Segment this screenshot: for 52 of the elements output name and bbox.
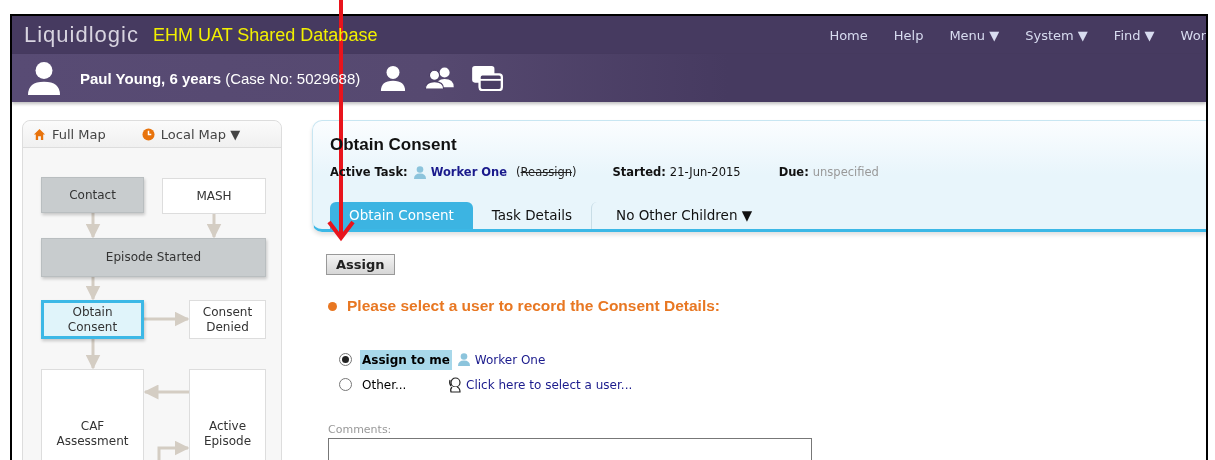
flow-node[interactable]: Consent Denied bbox=[189, 300, 266, 339]
flow-node[interactable]: Episode Started bbox=[41, 238, 266, 277]
bracket: ) bbox=[572, 165, 577, 179]
user-icon bbox=[413, 165, 426, 179]
assign-button[interactable]: Assign bbox=[326, 254, 395, 275]
connector-arrow bbox=[85, 277, 101, 301]
bullet-dot bbox=[328, 301, 337, 311]
connector-arrow bbox=[143, 384, 189, 400]
user-link[interactable]: Click here to select a user... bbox=[466, 377, 633, 392]
radio-button[interactable] bbox=[339, 353, 352, 366]
connector-arrow bbox=[144, 311, 190, 327]
bracket: ( bbox=[516, 165, 521, 179]
nav-link[interactable]: Menu ▼ bbox=[949, 27, 1000, 43]
map-tab[interactable]: Local Map ▼ bbox=[141, 126, 241, 142]
case-name: Paul Young, 6 years bbox=[80, 69, 222, 87]
clock-icon bbox=[141, 127, 155, 141]
worker-link[interactable]: Worker One bbox=[430, 165, 508, 179]
tab[interactable]: No Other Children ▼ bbox=[591, 202, 772, 229]
comments-label: Comments: bbox=[328, 423, 393, 436]
meta-label: Due: bbox=[778, 165, 809, 179]
group-icon[interactable] bbox=[424, 67, 457, 89]
person-icon bbox=[28, 61, 60, 95]
prompt-text: Please select a user to record the Consent Details: bbox=[347, 297, 720, 315]
nav-link[interactable]: Home bbox=[829, 27, 868, 43]
radio-button[interactable] bbox=[339, 378, 352, 391]
due-date: unspecified bbox=[812, 165, 879, 179]
user-search-icon bbox=[448, 376, 462, 393]
flow-node[interactable]: Active Episode bbox=[189, 369, 266, 460]
flow-node[interactable]: Obtain Consent bbox=[41, 300, 144, 339]
user-link[interactable]: Worker One bbox=[474, 352, 546, 367]
nav-link[interactable]: Help bbox=[893, 27, 924, 43]
meta-label: Started: bbox=[612, 165, 666, 179]
user-icon bbox=[457, 353, 470, 366]
nav-link[interactable]: System ▼ bbox=[1025, 27, 1088, 43]
person-icon[interactable] bbox=[380, 65, 407, 91]
connector-arrow bbox=[157, 440, 190, 460]
map-tab[interactable]: Full Map bbox=[33, 126, 106, 142]
flow-node[interactable]: CAF Assessment bbox=[41, 369, 144, 460]
home-icon bbox=[33, 127, 46, 141]
connector-arrow bbox=[85, 213, 101, 239]
logo: Liquidlogic bbox=[24, 22, 139, 48]
windows-icon[interactable] bbox=[470, 65, 505, 91]
flow-node[interactable]: MASH bbox=[162, 178, 266, 214]
connector-arrow bbox=[85, 339, 101, 370]
start-date: 21-Jun-2015 bbox=[669, 165, 741, 179]
nav-link[interactable]: Find ▼ bbox=[1113, 27, 1155, 43]
tab[interactable]: Task Details bbox=[472, 202, 592, 229]
flow-node[interactable]: Contact bbox=[41, 177, 144, 213]
option-label: Other... bbox=[361, 376, 408, 394]
option-label: Assign to me bbox=[360, 349, 452, 370]
nav-link[interactable]: Wor bbox=[1180, 27, 1206, 43]
connector-arrow bbox=[206, 214, 222, 239]
